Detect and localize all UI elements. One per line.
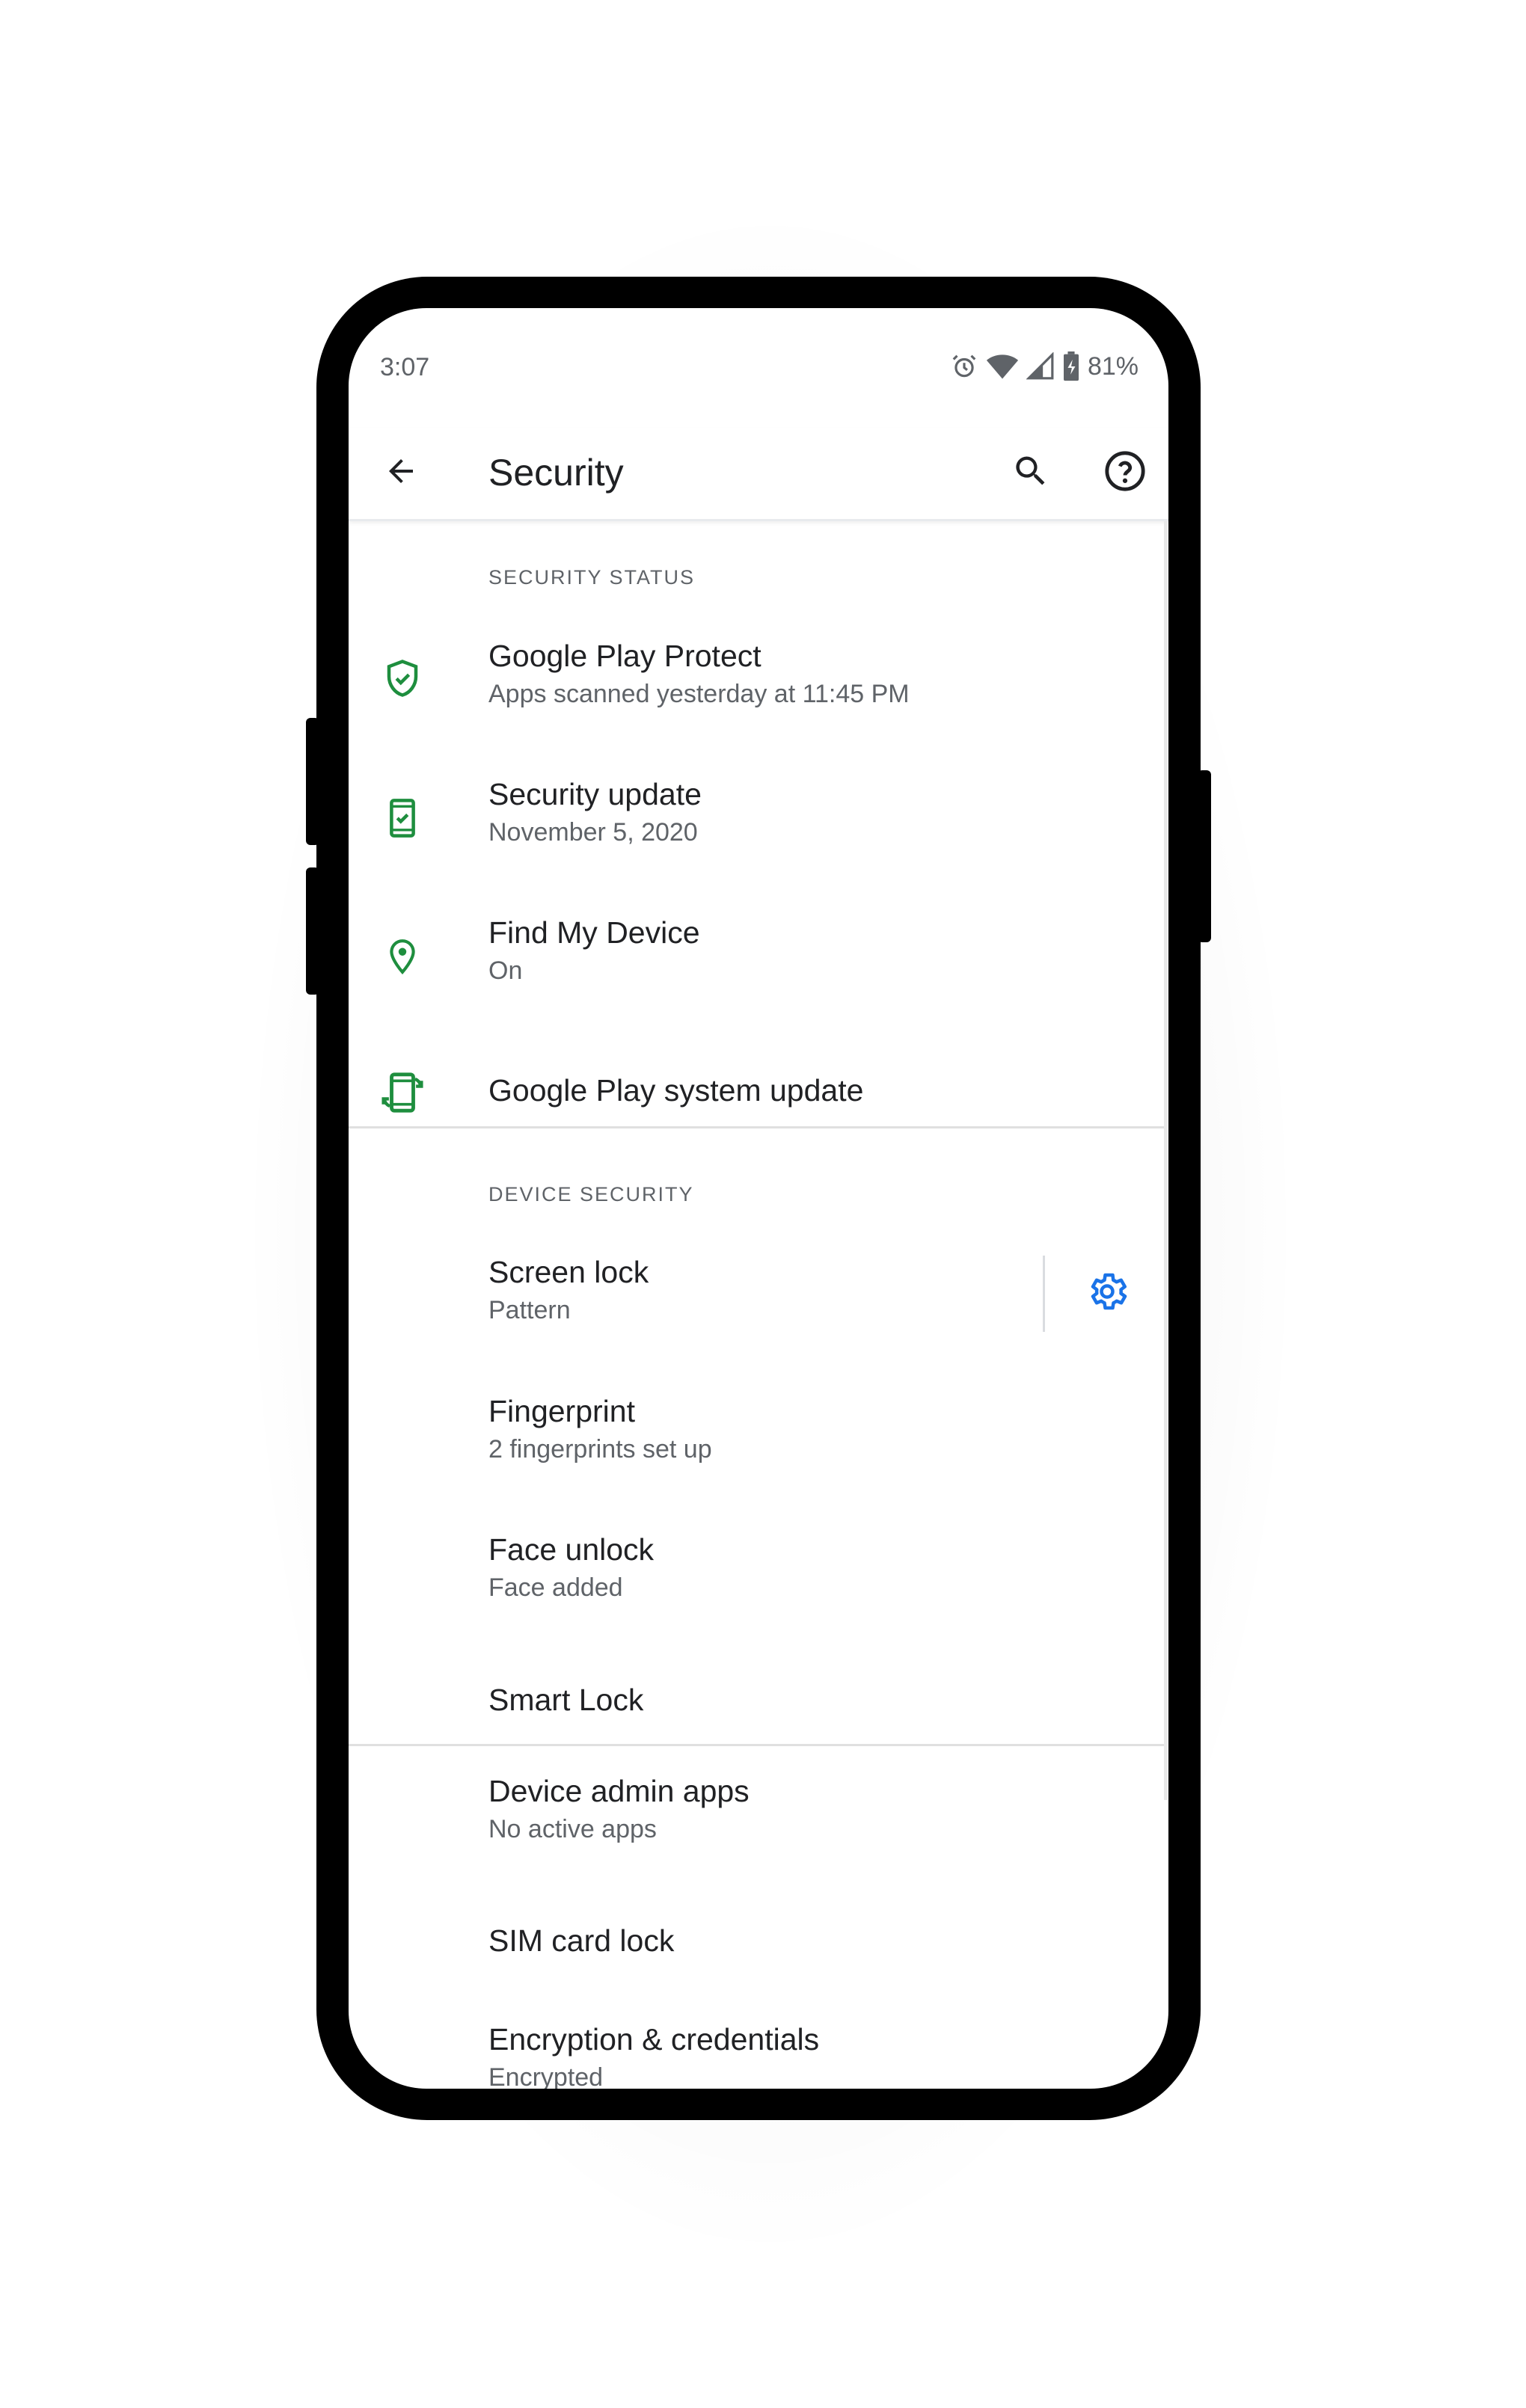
- search-button[interactable]: [1007, 449, 1055, 497]
- item-title: Find My Device: [488, 915, 700, 950]
- list-item-face-unlock[interactable]: Face unlock Face added: [349, 1516, 1164, 1654]
- settings-list: SECURITY STATUS Google Play Protect Apps…: [349, 521, 1168, 2089]
- status-bar: 3:07 81%: [349, 308, 1168, 428]
- item-title: Encryption & credentials: [488, 2022, 820, 2057]
- battery-charging-icon: [1062, 351, 1080, 381]
- battery-percent: 81%: [1087, 351, 1139, 381]
- page-title: Security: [488, 452, 624, 494]
- back-arrow-icon: [383, 453, 419, 493]
- alarm-icon: [950, 352, 978, 381]
- section-divider: [349, 1126, 1164, 1128]
- shield-check-icon: [379, 654, 426, 702]
- item-subtitle: On: [488, 956, 523, 985]
- list-item-google-play-system-update[interactable]: Google Play system update: [349, 1026, 1164, 1161]
- wifi-icon: [986, 352, 1019, 381]
- item-title: Security update: [488, 777, 702, 811]
- section-header-security-status: SECURITY STATUS: [488, 566, 696, 589]
- list-item-encryption-credentials[interactable]: Encryption & credentials Encrypted: [349, 1979, 1164, 2089]
- item-title: Screen lock: [488, 1255, 649, 1289]
- search-icon: [1011, 452, 1050, 494]
- cell-signal-icon: [1026, 352, 1055, 381]
- status-time: 3:07: [380, 353, 430, 381]
- item-subtitle: Face added: [488, 1573, 623, 1602]
- list-item-sim-card-lock[interactable]: SIM card lock: [349, 1886, 1164, 1979]
- app-bar: Security: [349, 428, 1168, 521]
- item-subtitle: Apps scanned yesterday at 11:45 PM: [488, 680, 910, 708]
- item-title: Face unlock: [488, 1532, 655, 1567]
- item-title: Google Play system update: [488, 1073, 864, 1108]
- list-item-google-play-protect[interactable]: Google Play Protect Apps scanned yesterd…: [349, 611, 1164, 749]
- gear-icon: [1085, 1269, 1130, 1318]
- screen-lock-settings-button[interactable]: [1080, 1266, 1134, 1320]
- help-button[interactable]: [1101, 449, 1149, 497]
- list-item-smart-lock[interactable]: Smart Lock: [349, 1654, 1164, 1729]
- status-icons: 81%: [950, 350, 1139, 383]
- item-subtitle: No active apps: [488, 1815, 657, 1843]
- back-button[interactable]: [377, 449, 425, 497]
- item-subtitle: Pattern: [488, 1296, 571, 1324]
- list-item-security-update[interactable]: Security update November 5, 2020: [349, 749, 1164, 888]
- power-button: [1198, 770, 1211, 942]
- list-item-screen-lock[interactable]: Screen lock Pattern: [349, 1239, 1164, 1377]
- item-title: Device admin apps: [488, 1774, 750, 1808]
- location-pin-icon: [379, 933, 426, 980]
- item-title: Smart Lock: [488, 1683, 644, 1717]
- section-divider: [349, 1744, 1164, 1746]
- item-title: SIM card lock: [488, 1923, 675, 1958]
- item-subtitle: Encrypted: [488, 2063, 604, 2089]
- screen: 3:07 81% Security SECURITY STATUS Google…: [349, 308, 1168, 2089]
- list-item-device-admin-apps[interactable]: Device admin apps No active apps: [349, 1748, 1164, 1886]
- item-title: Google Play Protect: [488, 639, 762, 673]
- section-header-device-security: DEVICE SECURITY: [488, 1183, 694, 1205]
- volume-up-button: [306, 718, 319, 845]
- scrollbar[interactable]: [1164, 521, 1168, 1800]
- vertical-divider: [1043, 1256, 1045, 1332]
- list-item-find-my-device[interactable]: Find My Device On: [349, 888, 1164, 1026]
- help-icon: [1103, 449, 1147, 497]
- phone-update-icon: [379, 1069, 426, 1117]
- list-item-fingerprint[interactable]: Fingerprint 2 fingerprints set up: [349, 1377, 1164, 1516]
- item-title: Fingerprint: [488, 1394, 635, 1428]
- item-subtitle: 2 fingerprints set up: [488, 1435, 712, 1463]
- volume-down-button: [306, 867, 319, 995]
- item-subtitle: November 5, 2020: [488, 818, 698, 847]
- phone-check-icon: [379, 794, 426, 842]
